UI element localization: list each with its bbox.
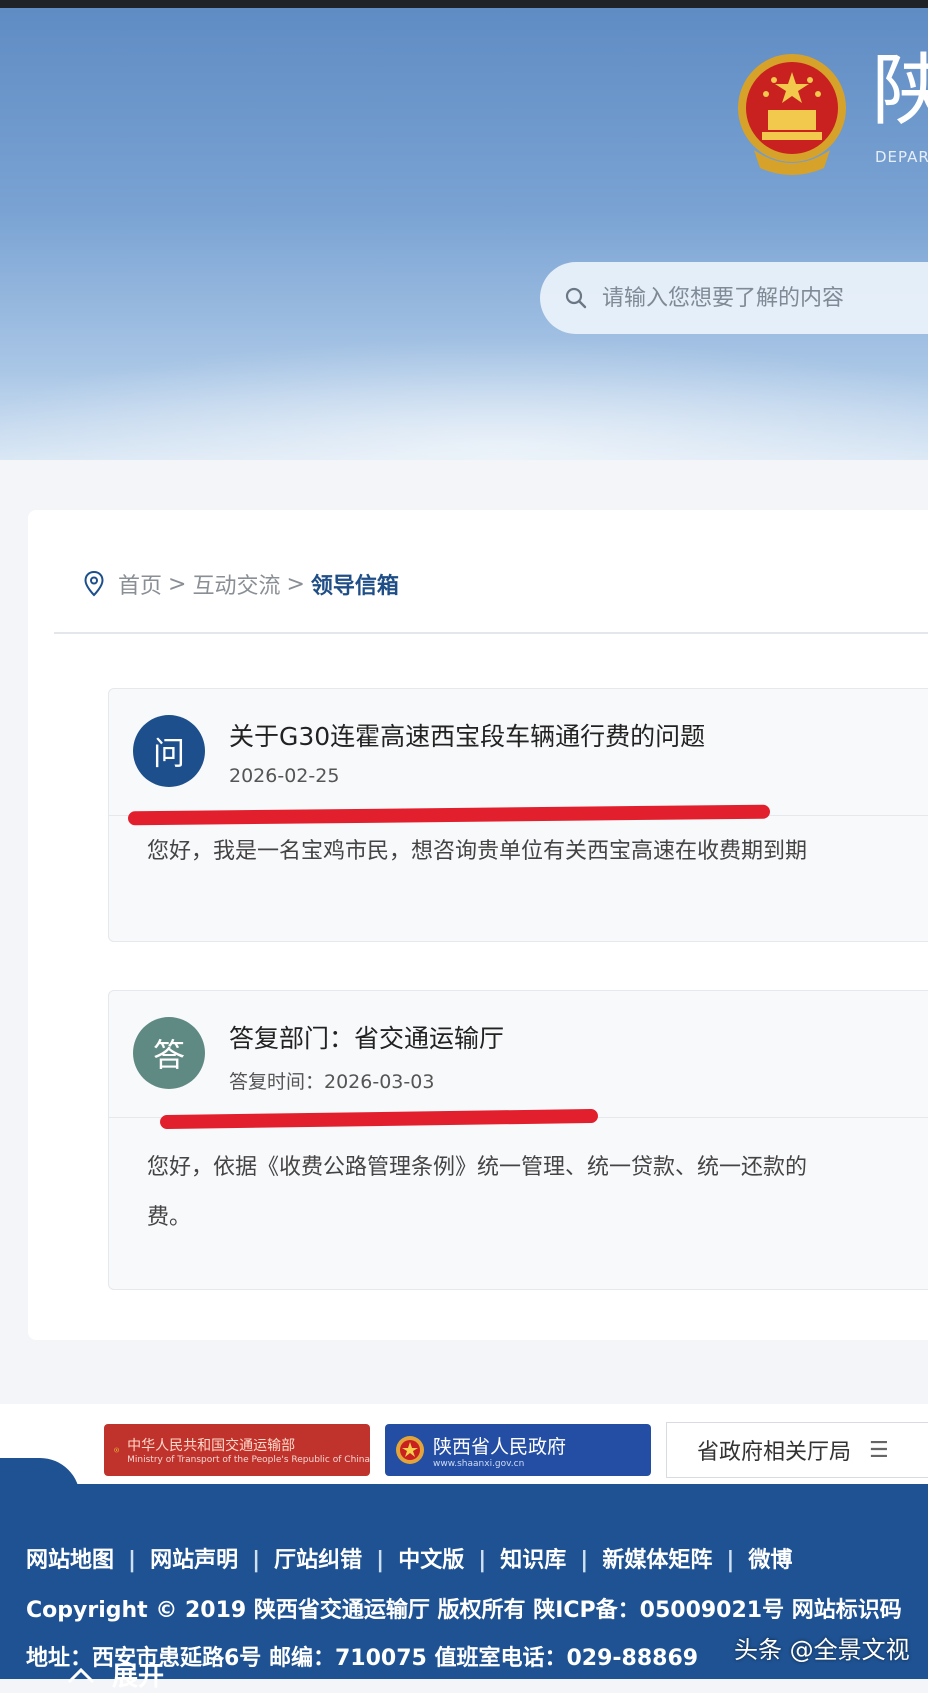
- dept-dropdown-label: 省政府相关厅局: [697, 1440, 852, 1465]
- footer-links: 网站地图 | 网站声明 | 厅站纠错 | 中文版 | 知识库 | 新媒体矩阵 | 微博: [26, 1542, 792, 1574]
- breadcrumb: 首页 > 互动交流 > 领导信箱: [84, 568, 399, 600]
- question-date: 2026-02-25: [229, 765, 340, 787]
- watermark: 头条 @全景文视: [734, 1636, 910, 1664]
- shaanxi-gov-link[interactable]: 陕西省人民政府 www.shaanxi.gov.cn: [385, 1424, 651, 1476]
- expand-button[interactable]: 展开: [66, 1656, 164, 1693]
- national-emblem-icon: [738, 54, 846, 175]
- question-avatar: 问: [133, 715, 205, 787]
- footer-link-chinese[interactable]: 中文版: [398, 1548, 464, 1573]
- footer-separator: |: [580, 1548, 589, 1573]
- search-input[interactable]: [600, 284, 928, 312]
- footer-link-weibo[interactable]: 微博: [748, 1548, 792, 1573]
- footer-link-new-media[interactable]: 新媒体矩阵: [602, 1548, 712, 1573]
- expand-label: 展开: [112, 1662, 165, 1692]
- breadcrumb-separator: >: [168, 571, 187, 597]
- mot-link-sub: Ministry of Transport of the People's Re…: [127, 1455, 370, 1465]
- search-icon[interactable]: [564, 286, 588, 310]
- chevron-up-icon: [67, 1667, 95, 1683]
- shaanxi-gov-link-sub: www.shaanxi.gov.cn: [433, 1458, 525, 1469]
- question-body: 您好，我是一名宝鸡市民，想咨询贵单位有关西宝高速在收费期到期: [147, 839, 808, 864]
- footer-separator: |: [252, 1548, 261, 1573]
- footer-link-error-report[interactable]: 厅站纠错: [274, 1548, 362, 1573]
- site-title[interactable]: 陕: [872, 52, 928, 130]
- breadcrumb-section[interactable]: 互动交流: [192, 568, 280, 600]
- footer-separator: |: [478, 1548, 487, 1573]
- footer-separator: |: [128, 1548, 137, 1573]
- mot-link-label: 中华人民共和国交通运输部: [127, 1438, 296, 1454]
- answer-box: 答 答复部门：省交通运输厅 答复时间：2026-03-03 您好，依据《收费公路…: [108, 990, 928, 1290]
- divider: [54, 632, 928, 634]
- banner-haze: [0, 328, 928, 460]
- footer-separator: |: [376, 1548, 385, 1573]
- answer-body-line2: 费。: [147, 1205, 192, 1230]
- breadcrumb-separator: >: [286, 571, 305, 597]
- answer-time: 答复时间：2026-03-03: [229, 1071, 435, 1093]
- site-subtitle: DEPAR: [875, 148, 928, 166]
- answer-body-line1: 您好，依据《收费公路管理条例》统一管理、统一贷款、统一还款的: [147, 1155, 808, 1180]
- answer-avatar: 答: [133, 1017, 205, 1089]
- menu-icon: ☰: [869, 1437, 889, 1463]
- location-pin-icon: [84, 571, 104, 597]
- search-box[interactable]: [540, 262, 928, 334]
- emblem-icon: [114, 1447, 119, 1453]
- dept-dropdown[interactable]: 省政府相关厅局 ☰: [666, 1422, 928, 1478]
- answer-header: 答 答复部门：省交通运输厅 答复时间：2026-03-03: [109, 991, 928, 1118]
- footer-link-knowledge-base[interactable]: 知识库: [500, 1548, 566, 1573]
- copyright-text: Copyright © 2019 陕西省交通运输厅 版权所有 陕ICP备：050…: [26, 1598, 902, 1623]
- footer-link-statement[interactable]: 网站声明: [150, 1548, 238, 1573]
- breadcrumb-home[interactable]: 首页: [118, 568, 162, 600]
- top-bar: [0, 0, 928, 8]
- mot-link[interactable]: 中华人民共和国交通运输部 Ministry of Transport of th…: [104, 1424, 370, 1476]
- footer-link-sitemap[interactable]: 网站地图: [26, 1548, 114, 1573]
- question-title: 关于G30连霍高速西宝段车辆通行费的问题: [229, 722, 706, 751]
- answer-department: 答复部门：省交通运输厅: [229, 1024, 505, 1053]
- emblem-icon: [396, 1436, 424, 1464]
- footer-separator: |: [726, 1548, 735, 1573]
- breadcrumb-current: 领导信箱: [310, 574, 399, 599]
- shaanxi-gov-link-label: 陕西省人民政府: [433, 1435, 567, 1458]
- question-header: 问 关于G30连霍高速西宝段车辆通行费的问题 2026-02-25: [109, 689, 928, 816]
